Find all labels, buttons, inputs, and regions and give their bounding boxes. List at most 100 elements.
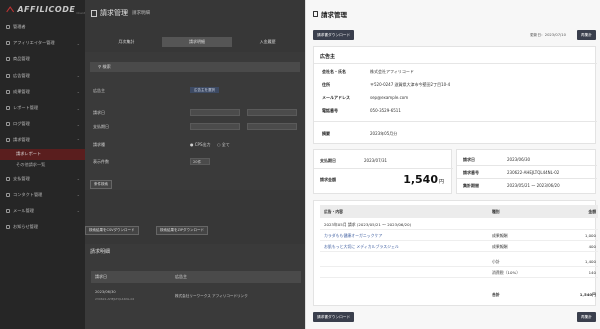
recalculate-button[interactable]: 再集計 [576,30,596,40]
sidebar-menu: 管理者 アフィリエイター管理 ⌄ 商品管理 広告管理 ⌄ 成果管理 ⌄ レポート管理 ⌄… [0,19,85,235]
payment-due-label: 支払期日 [320,158,336,163]
company-label: 会社名・氏名 [322,69,346,74]
payment-due-to[interactable] [247,123,297,130]
zip-download-button[interactable]: 検索結果をZIPダウンロード [156,226,209,235]
main-content: 請求管理 請求明細 月次集計 請求明細 入金履歴 ⚲ 検索 広告主 広告主を選択… [85,0,305,329]
period-label: 集計期間 [463,183,479,188]
table-row: カラダもも健康オーガニックケア 成果報酬 1,000 [320,230,598,241]
divider [314,168,453,169]
list-header: 請求日 広告主 [91,271,301,283]
period-value: 2023/05/21 〜 2023/06/20 [507,183,560,188]
divider [457,178,597,179]
contact-icon [6,192,10,197]
sidebar-item-other-billing[interactable]: その他請求一覧 [0,160,85,171]
panel-toolbar-top: 請求書ダウンロード 更新日：2023/07/10 再集計 [313,30,596,40]
payment-due-label: 支払期日 [93,124,109,129]
csv-download-button[interactable]: 検索結果をCSVダウンロード [85,226,139,235]
ad-link[interactable]: カラダもも健康オーガニックケア [324,230,382,241]
phone-label: 電話番号 [322,108,338,113]
company-value: 株式会社アフィリコード [370,69,414,74]
email-label: メールアドレス [322,95,350,100]
search-button[interactable]: 条件検索 [90,180,112,189]
subtotal-label: 小計 [492,259,500,264]
sidebar-item-admin[interactable]: 管理者 [0,19,85,35]
row-amount: 1,000 [584,233,596,238]
billing-number-value: 230622-AHEJLTQL44NL-02 [507,170,560,175]
report-icon [6,106,10,111]
line-items-card: 広告・内容 種別 金額 2023年05月 請求 (2023/05/21 〜 20… [313,200,598,306]
col-amount: 金額 [588,209,596,214]
billing-method-radio-all[interactable]: ○ 全て [217,142,230,148]
ad-link[interactable]: お肌もっと大切に メディカルブラスジェル [324,241,399,252]
billing-info-card: 請求日 2023/06/30 請求番号 230622-AHEJLTQL44NL-… [456,149,597,194]
billing-number-label: 請求番号 [463,170,479,175]
billing-date-to[interactable] [247,109,297,116]
advertiser-label: 広告主 [93,88,105,93]
sidebar-item-billing-report[interactable]: 請求レポート [0,148,85,160]
chevron-down-icon: ⌄ [76,121,80,127]
payment-card: 支払期日 2023/07/31 請求金額 1,540円 [313,149,453,194]
invoice-download-button-bottom[interactable]: 請求書ダウンロード [313,312,355,322]
sidebar-item-payments[interactable]: 支払管理 ⌄ [0,171,85,187]
page-subtitle: 請求明細 [132,11,150,16]
billing-detail-panel: 請求管理 請求書ダウンロード 更新日：2023/07/10 再集計 広告主 会社… [305,0,600,329]
row-type: 成果報酬 [492,233,508,238]
updated-date: 更新日：2023/07/10 [529,33,566,37]
sidebar-item-affiliates[interactable]: アフィリエイター管理 ⌄ [0,35,85,51]
log-icon [6,122,10,127]
tab-monthly-summary[interactable]: 月次集計 [91,37,162,47]
divider [314,63,597,64]
sidebar-item-results[interactable]: 成果管理 ⌄ [0,84,85,100]
sidebar-item-logs[interactable]: ログ管理 ⌄ [0,116,85,132]
subtotal-value: 1,400 [584,259,596,264]
subtotal-row: 小計 1,400 [320,256,598,267]
tab-billing-details[interactable]: 請求明細 [161,37,233,47]
tax-row: 消費税（10%） 140 [320,267,598,278]
logo-text: AFFILICODE [17,5,76,14]
col-billing-date: 請求日 [95,274,107,279]
recalculate-button-bottom[interactable]: 再集計 [576,312,596,322]
col-ad-content: 広告・内容 [324,209,343,214]
select-advertiser-button[interactable]: 広告主を選択 [190,87,219,93]
chart-icon [6,89,10,94]
sidebar-item-ads[interactable]: 広告管理 ⌄ [0,68,85,84]
box-icon [6,57,10,62]
col-type: 種別 [492,209,500,214]
sidebar-item-notices[interactable]: お知らせ管理 [0,219,85,235]
billing-date-value: 2023/06/30 [507,157,531,162]
col-advertiser: 広告主 [175,274,187,279]
row-amount: 400 [588,244,596,249]
people-icon [6,41,10,46]
chevron-down-icon: ⌄ [76,176,80,182]
sidebar-item-reports[interactable]: レポート管理 ⌄ [0,100,85,116]
email-value: sep@example.com [370,95,409,100]
page-header: 請求管理 請求明細 [85,0,305,26]
panel-toolbar-bottom: 請求書ダウンロード 再集計 [313,312,596,322]
list-title: 請求明細 [90,249,111,255]
phone-value: 050-3529-6511 [370,108,401,113]
tabs: 月次集計 請求明細 入金履歴 [91,37,303,47]
document-icon [91,9,97,17]
sidebar-item-mail[interactable]: メール管理 ⌄ [0,203,85,219]
chevron-down-icon: ⌄ [76,192,80,198]
billing-date-from[interactable] [190,109,240,116]
invoice-download-button[interactable]: 請求書ダウンロード [313,30,355,40]
megaphone-icon [6,73,10,78]
logo[interactable]: AFFILICODE Client [0,0,85,19]
payment-due-from[interactable] [190,123,240,130]
sidebar-item-products[interactable]: 商品管理 [0,51,85,67]
panel-header: 請求管理 [306,0,600,28]
search-card: ⚲ 検索 広告主 広告主を選択 請求日 支払期日 請求種 ● CPS出力 ○ 全… [85,52,305,190]
sidebar-item-billing[interactable]: 請求管理 ⌃ [0,132,85,148]
tax-label: 消費税（10%） [492,270,521,275]
per-page-label: 表示件数 [93,159,109,164]
advertiser-section-title: 広告主 [320,54,336,60]
tab-payment-history[interactable]: 入金履歴 [232,37,303,47]
group-row: 2023年05月 請求 (2023/05/21 〜 2023/06/20) [320,219,598,230]
sidebar-item-contacts[interactable]: コンタクト管理 ⌄ [0,187,85,203]
total-row: 合計 1,540円 [320,289,598,300]
per-page-select[interactable]: 20件 [190,158,210,165]
sidebar: AFFILICODE Client 管理者 アフィリエイター管理 ⌄ 商品管理 広… [0,0,85,329]
chevron-up-icon: ⌃ [76,137,80,143]
billing-method-radio-cps[interactable]: ● CPS出力 [190,142,211,148]
